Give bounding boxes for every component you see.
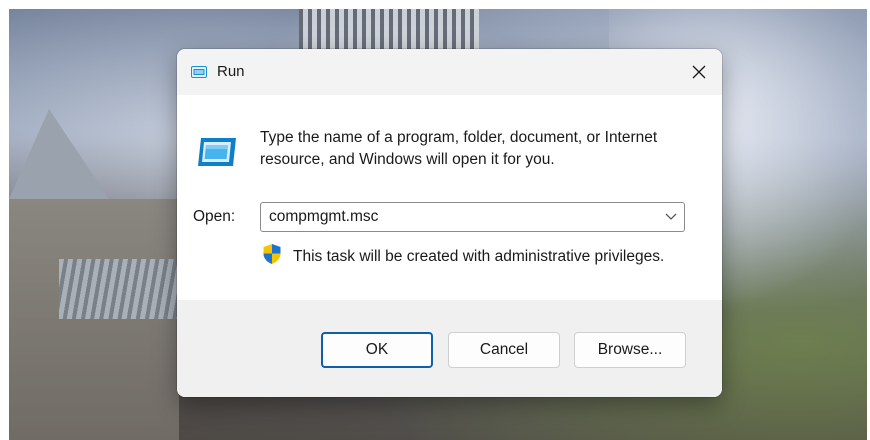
dialog-footer: OK Cancel Browse... xyxy=(177,300,722,397)
run-app-icon xyxy=(191,66,207,78)
open-label: Open: xyxy=(193,208,236,225)
wallpaper-roof-tiles xyxy=(59,259,179,319)
chevron-down-icon[interactable] xyxy=(664,212,678,222)
browse-button[interactable]: Browse... xyxy=(574,332,686,368)
run-dialog: Run Type the name of a program, folder, … xyxy=(177,49,722,397)
close-icon xyxy=(692,65,706,79)
dialog-title: Run xyxy=(217,63,245,80)
admin-notice-text: This task will be created with administr… xyxy=(293,248,665,265)
dialog-description: Type the name of a program, folder, docu… xyxy=(260,129,658,168)
ok-button[interactable]: OK xyxy=(321,332,433,368)
uac-shield-icon xyxy=(263,244,281,264)
run-app-icon xyxy=(198,138,236,166)
title-bar[interactable]: Run xyxy=(177,49,722,95)
close-button[interactable] xyxy=(676,49,722,95)
dialog-body: Type the name of a program, folder, docu… xyxy=(177,95,722,300)
wallpaper-tower xyxy=(299,9,479,51)
admin-notice: This task will be created with administr… xyxy=(262,243,722,269)
wallpaper-roof xyxy=(9,109,109,199)
wallpaper-church xyxy=(9,199,179,440)
cancel-button[interactable]: Cancel xyxy=(448,332,560,368)
open-input[interactable] xyxy=(261,203,659,231)
open-combobox[interactable] xyxy=(260,202,685,232)
